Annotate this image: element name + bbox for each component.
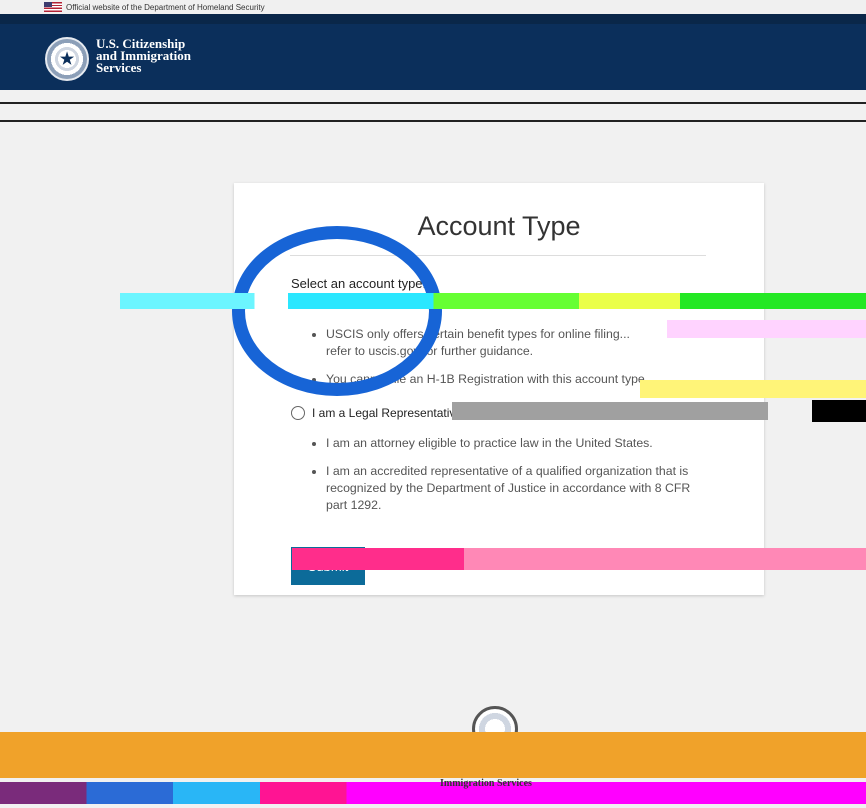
gov-banner: Official website of the Department of Ho…	[0, 0, 866, 14]
nav-divider-1	[0, 102, 866, 104]
us-flag-icon	[44, 2, 62, 12]
next-button[interactable]: Submit	[291, 547, 365, 585]
title-divider	[290, 255, 706, 256]
select-account-label: Select an account type:	[291, 276, 427, 291]
legal-rep-bullet-2: I am an accredited representative of a q…	[326, 463, 714, 514]
footer-agency-text: Immigration Services	[440, 778, 532, 789]
agency-line-3: Services	[96, 60, 142, 75]
footer-bar	[0, 732, 866, 778]
individual-option-bullets: USCIS only offers certain benefit types …	[314, 326, 674, 399]
bullet-text-continued: refer to uscis.gov for further guidance.	[326, 344, 534, 358]
radio-unselected-icon[interactable]	[291, 406, 305, 420]
gov-banner-text: Official website of the Department of Ho…	[66, 2, 265, 12]
legal-rep-option[interactable]: I am a Legal Representative.	[291, 406, 465, 420]
legal-rep-bullets: I am an attorney eligible to practice la…	[314, 435, 714, 525]
site-header: ★ U.S. Citizenship and Immigration Servi…	[0, 14, 866, 90]
individual-bullet-1: USCIS only offers certain benefit types …	[326, 326, 674, 360]
account-type-card: Account Type Select an account type: USC…	[234, 183, 764, 595]
legal-rep-label[interactable]: I am a Legal Representative.	[312, 406, 465, 420]
agency-name[interactable]: U.S. Citizenship and Immigration Service…	[96, 37, 191, 75]
page-title: Account Type	[417, 211, 581, 241]
legal-rep-bullet-1: I am an attorney eligible to practice la…	[326, 435, 714, 452]
dhs-seal-icon[interactable]: ★	[45, 37, 89, 81]
render-artifact-6	[812, 400, 866, 422]
bullet-text: USCIS only offers certain benefit types …	[326, 327, 630, 341]
individual-bullet-2: You cannot file an H-1B Registration wit…	[326, 371, 674, 388]
nav-divider-2	[0, 120, 866, 122]
render-artifact-8	[0, 782, 866, 804]
bullet-text: You cannot file an H-1B Registration wit…	[326, 372, 649, 386]
